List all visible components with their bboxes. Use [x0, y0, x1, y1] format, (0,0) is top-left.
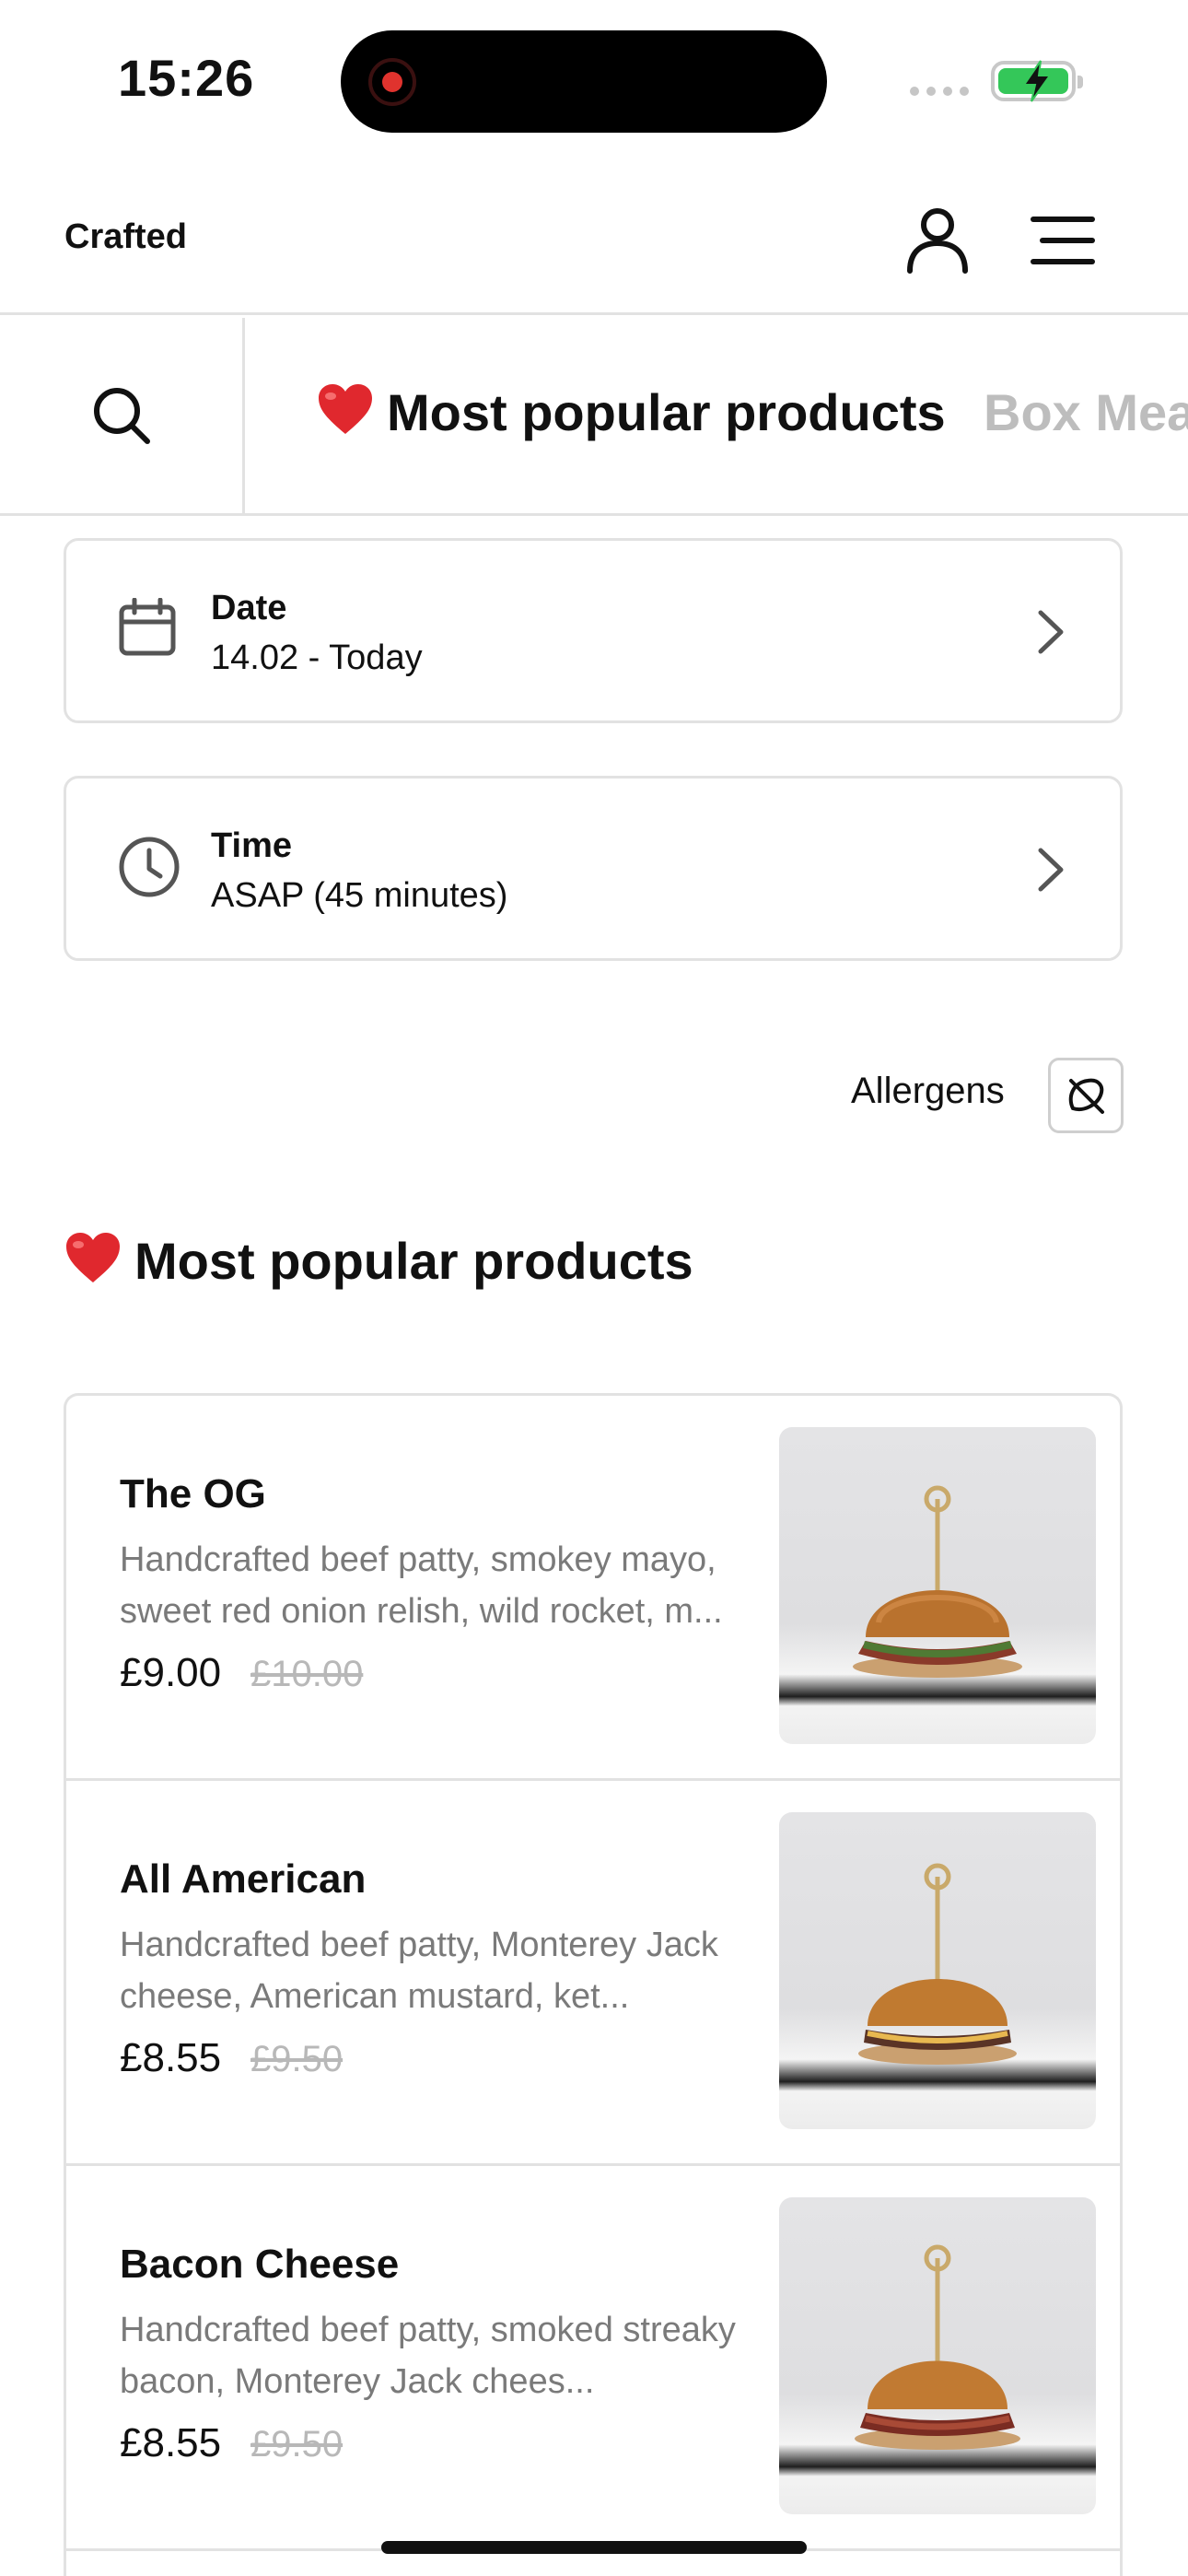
product-old-price: £9.50: [250, 2424, 344, 2465]
product-description: Handcrafted beef patty, smokey mayo, swe…: [120, 1540, 723, 1631]
time-selector[interactable]: Time ASAP (45 minutes): [64, 776, 1123, 961]
tab-label: Most popular products: [387, 383, 946, 441]
allergen-filter-icon: [1068, 1078, 1104, 1114]
category-bar: Most popular products Box Mea: [0, 318, 1188, 516]
date-value: 14.02 - Today: [211, 638, 423, 677]
product-card[interactable]: All American Handcrafted beef patty, Mon…: [66, 1781, 1120, 2166]
date-selector[interactable]: Date 14.02 - Today: [64, 538, 1123, 723]
menu-icon: [1031, 217, 1095, 264]
search-icon: [93, 388, 150, 444]
battery-icon: [991, 60, 1083, 102]
heart-icon: [319, 384, 372, 434]
user-icon: [907, 208, 968, 274]
product-card[interactable]: Bacon Cheese Handcrafted beef patty, smo…: [66, 2166, 1120, 2551]
product-name: The OG: [120, 1471, 266, 1516]
product-description: Handcrafted beef patty, Monterey Jack ch…: [120, 1926, 718, 2016]
date-title: Date: [211, 589, 287, 627]
signal-icon: [910, 87, 969, 96]
product-image: [779, 2197, 1096, 2514]
search-button[interactable]: [0, 318, 245, 513]
chevron-right-icon: [1038, 610, 1064, 654]
product-image: [779, 1427, 1096, 1744]
tab-box-meals[interactable]: Box Mea: [984, 382, 1188, 442]
clock-icon: [119, 837, 180, 897]
time-title: Time: [211, 826, 293, 865]
time-value: ASAP (45 minutes): [211, 876, 508, 915]
home-indicator: [381, 2541, 807, 2554]
heart-icon: [66, 1233, 120, 1282]
product-old-price: £10.00: [250, 1654, 364, 1694]
menu-button[interactable]: [1028, 210, 1098, 271]
product-name: Bacon Cheese: [120, 2242, 400, 2287]
product-card[interactable]: The OG Handcrafted beef patty, smokey ma…: [66, 1396, 1120, 1781]
product-price: £8.55: [120, 2035, 222, 2080]
allergens-button[interactable]: [1048, 1058, 1124, 1133]
product-description: Handcrafted beef patty, smoked streaky b…: [120, 2311, 736, 2401]
recording-icon: [368, 58, 416, 106]
product-image: [779, 1812, 1096, 2129]
product-name: All American: [120, 1856, 367, 1902]
product-list: The OG Handcrafted beef patty, smokey ma…: [64, 1393, 1123, 2576]
calendar-icon: [119, 598, 176, 656]
section-title: Most popular products: [64, 1231, 693, 1291]
product-price: £9.00: [120, 1650, 222, 1695]
allergens-label[interactable]: Allergens: [851, 1071, 1005, 1112]
tab-most-popular[interactable]: Most popular products: [317, 382, 946, 442]
brand-logo[interactable]: Crafted: [64, 217, 187, 257]
chevron-right-icon: [1038, 848, 1064, 892]
status-time: 15:26: [118, 49, 255, 107]
section-title-text: Most popular products: [134, 1232, 693, 1290]
dynamic-island: [341, 30, 827, 133]
app-header: Crafted: [0, 157, 1188, 315]
product-old-price: £9.50: [250, 2039, 344, 2079]
account-button[interactable]: [903, 205, 973, 275]
product-price: £8.55: [120, 2420, 222, 2465]
status-bar: 15:26: [0, 0, 1188, 157]
